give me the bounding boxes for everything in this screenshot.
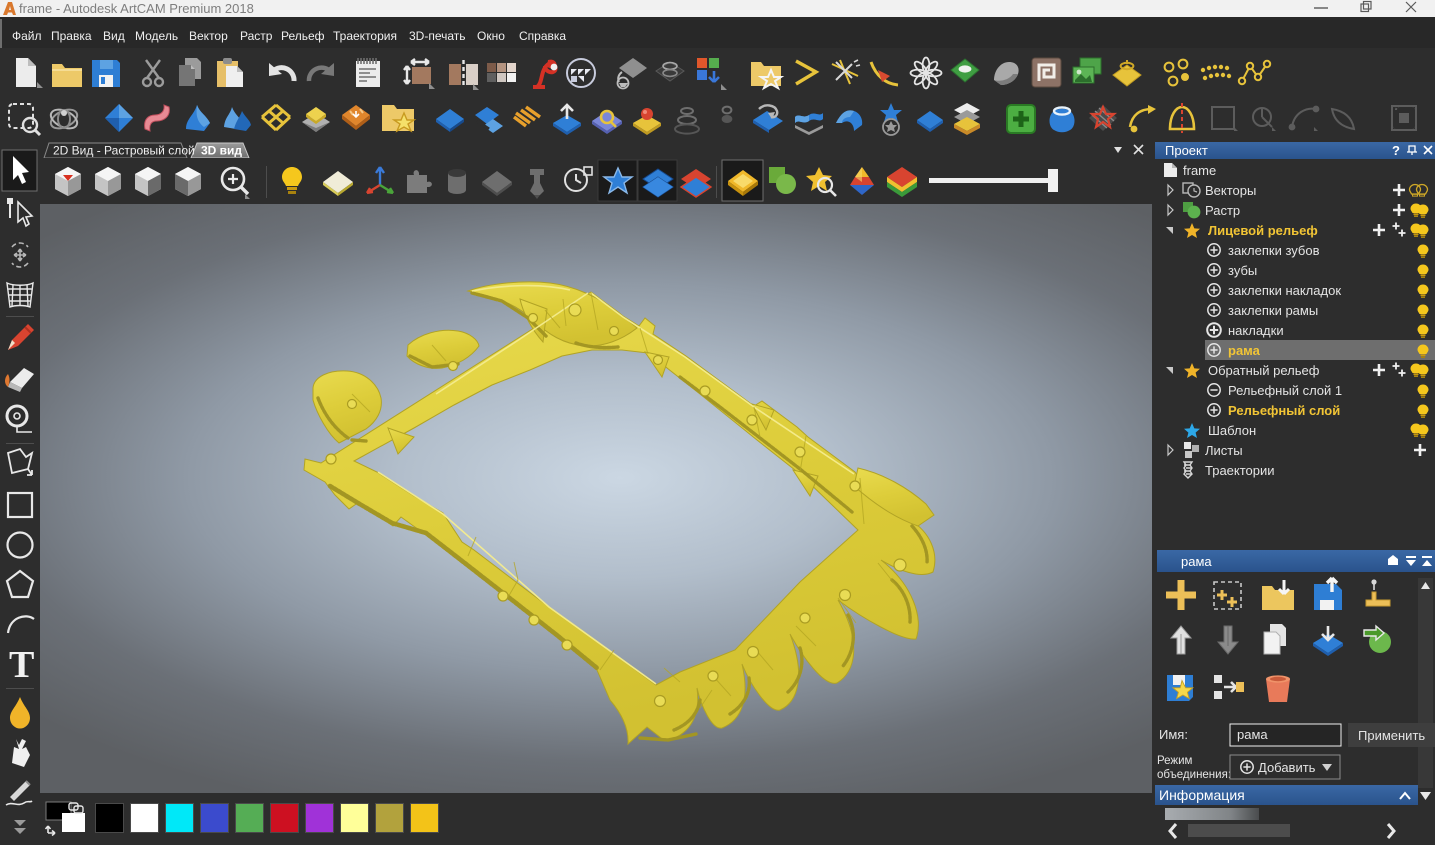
svg-text:2D Вид - Растровый слой: 2D Вид - Растровый слой — [53, 144, 195, 158]
svg-text:Шаблон: Шаблон — [1208, 423, 1256, 438]
svg-text:заклепки рамы: заклепки рамы — [1228, 303, 1318, 318]
svg-text:?: ? — [1392, 143, 1400, 158]
svg-text:рама: рама — [1181, 554, 1212, 569]
svg-text:объединения:: объединения: — [1157, 769, 1231, 781]
svg-text:Растр: Растр — [1205, 203, 1240, 218]
svg-text:Добавить: Добавить — [1258, 760, 1316, 775]
svg-text:Применить: Применить — [1358, 728, 1425, 743]
svg-text:Обратный рельеф: Обратный рельеф — [1208, 363, 1320, 378]
svg-text:Информация: Информация — [1159, 787, 1245, 803]
svg-text:Лицевой рельеф: Лицевой рельеф — [1208, 223, 1318, 238]
svg-text:3D вид: 3D вид — [201, 144, 242, 158]
svg-text:рама: рама — [1237, 727, 1268, 742]
svg-text:Имя:: Имя: — [1159, 727, 1188, 742]
svg-text:Траектории: Траектории — [1205, 463, 1275, 478]
svg-text:Векторы: Векторы — [1205, 183, 1256, 198]
svg-text:зубы: зубы — [1228, 263, 1257, 278]
svg-text:Проект: Проект — [1165, 143, 1208, 158]
svg-text:Листы: Листы — [1205, 443, 1243, 458]
svg-text:Режим: Режим — [1157, 755, 1193, 767]
svg-text:заклепки накладок: заклепки накладок — [1228, 283, 1341, 298]
svg-text:накладки: накладки — [1228, 323, 1284, 338]
svg-text:frame: frame — [1183, 163, 1216, 178]
svg-text:Рельефный слой 1: Рельефный слой 1 — [1228, 383, 1342, 398]
svg-text:рама: рама — [1228, 343, 1261, 358]
svg-text:T: T — [9, 644, 34, 686]
svg-text:заклепки зубов: заклепки зубов — [1228, 243, 1320, 258]
svg-text:Рельефный слой: Рельефный слой — [1228, 403, 1340, 418]
